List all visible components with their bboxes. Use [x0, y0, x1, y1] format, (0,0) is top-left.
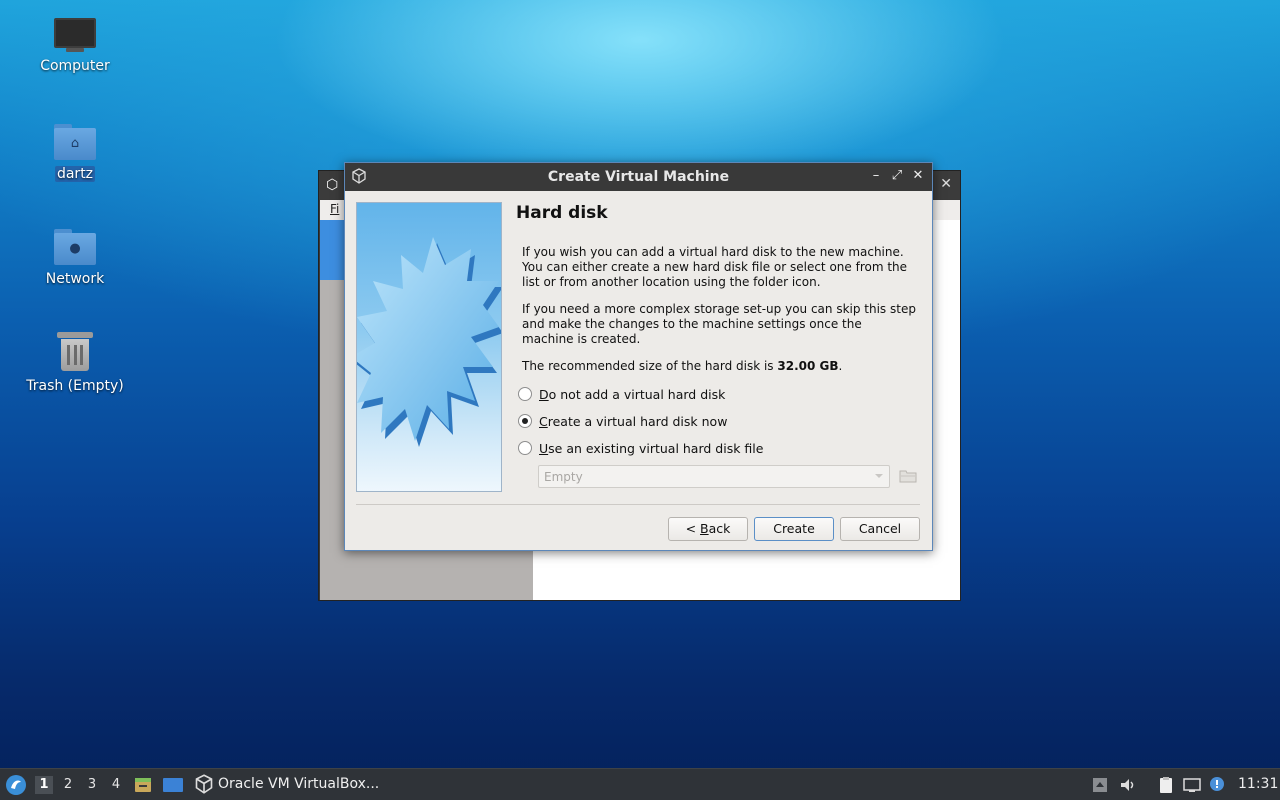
radio-button[interactable]	[518, 387, 532, 401]
recommended-size-suffix: .	[838, 359, 843, 373]
clock[interactable]: 11:31	[1238, 776, 1278, 792]
workspace-4[interactable]: 4	[107, 776, 125, 794]
desktop-icon-home-folder[interactable]: ⌂ dartz	[20, 124, 130, 182]
recommended-size-prefix: The recommended size of the hard disk is	[522, 359, 778, 373]
workspace-3[interactable]: 3	[83, 776, 101, 794]
dialog-title: Create Virtual Machine	[547, 169, 730, 185]
file-manager-icon[interactable]	[133, 775, 153, 795]
network-folder-icon: ●	[54, 229, 96, 265]
desktop-icon-trash[interactable]: Trash (Empty)	[20, 332, 130, 394]
option-mnemonic: C	[539, 413, 548, 429]
create-vm-dialog: Create Virtual Machine – ⤢ ✕ Hard disk I…	[344, 162, 933, 551]
back-mnemonic: B	[700, 521, 709, 536]
trash-icon	[57, 332, 93, 372]
network-icon[interactable]	[1182, 775, 1202, 795]
starburst-graphic	[357, 237, 501, 447]
cancel-button[interactable]: Cancel	[840, 517, 920, 541]
recommended-size-value: 32.00 GB	[777, 359, 839, 373]
start-menu-icon[interactable]	[5, 774, 27, 796]
computer-icon	[54, 18, 96, 52]
description-paragraph-2: If you need a more complex storage set-u…	[522, 302, 916, 346]
combo-value: Empty	[544, 470, 583, 484]
home-folder-icon: ⌂	[54, 124, 96, 160]
back-button[interactable]: < Back	[668, 517, 748, 541]
option-label-rest: o not add a virtual hard disk	[548, 386, 726, 402]
desktop-icon-label: Network	[45, 271, 105, 287]
radio-button[interactable]	[518, 414, 532, 428]
folder-open-icon[interactable]	[898, 466, 918, 486]
recommended-size-text: The recommended size of the hard disk is…	[522, 359, 917, 374]
close-icon[interactable]: ✕	[940, 176, 952, 192]
description-paragraph-1: If you wish you can add a virtual hard d…	[522, 245, 908, 289]
clipboard-icon[interactable]	[1156, 775, 1176, 795]
desktop-icon-label: Computer	[40, 58, 110, 74]
option-label-rest: se an existing virtual hard disk file	[548, 440, 764, 456]
menu-file[interactable]: Fi	[330, 202, 339, 216]
page-title: Hard disk	[516, 203, 608, 223]
workspace-1[interactable]: 1	[35, 776, 53, 794]
option-create-hard-disk[interactable]: Create a virtual hard disk now	[518, 412, 727, 430]
dialog-titlebar: Create Virtual Machine – ⤢ ✕	[345, 163, 932, 191]
workspace-2[interactable]: 2	[59, 776, 77, 794]
existing-disk-combo[interactable]: Empty	[538, 465, 890, 488]
minimize-icon[interactable]: –	[867, 167, 885, 185]
option-mnemonic: D	[539, 386, 549, 402]
tray-expand-icon[interactable]	[1090, 775, 1110, 795]
desktop-icon-label: Trash (Empty)	[26, 378, 124, 394]
close-icon[interactable]: ✕	[909, 167, 927, 185]
show-desktop-icon[interactable]	[162, 775, 184, 795]
desktop-icon-network[interactable]: ● Network	[20, 229, 130, 287]
option-mnemonic: U	[539, 440, 549, 456]
taskbar: 1 2 3 4 Oracle VM VirtualBox... 11:31	[0, 768, 1280, 800]
radio-button[interactable]	[518, 441, 532, 455]
back-prefix: <	[685, 521, 701, 536]
option-label: Do not add a virtual hard disk	[539, 387, 725, 402]
desktop-icon-computer[interactable]: Computer	[20, 18, 130, 74]
desktop-icon-label: dartz	[54, 166, 96, 182]
chevron-down-icon	[875, 474, 883, 478]
button-separator	[356, 504, 920, 505]
virtualbox-cube-icon: ⬡	[326, 177, 339, 193]
notification-icon[interactable]	[1208, 775, 1228, 795]
volume-icon[interactable]	[1118, 775, 1138, 795]
option-no-hard-disk[interactable]: Do not add a virtual hard disk	[518, 385, 725, 403]
option-label-rest: reate a virtual hard disk now	[547, 413, 728, 429]
option-label: Use an existing virtual hard disk file	[539, 441, 763, 456]
option-existing-hard-disk[interactable]: Use an existing virtual hard disk file	[518, 439, 763, 457]
maximize-icon[interactable]: ⤢	[888, 167, 906, 185]
create-button[interactable]: Create	[754, 517, 834, 541]
virtualbox-cube-icon	[195, 774, 213, 794]
wizard-watermark-image	[356, 202, 502, 492]
back-label-rest: ack	[708, 521, 731, 536]
option-label: Create a virtual hard disk now	[539, 414, 727, 429]
taskbar-app-virtualbox[interactable]: Oracle VM VirtualBox...	[218, 776, 379, 792]
